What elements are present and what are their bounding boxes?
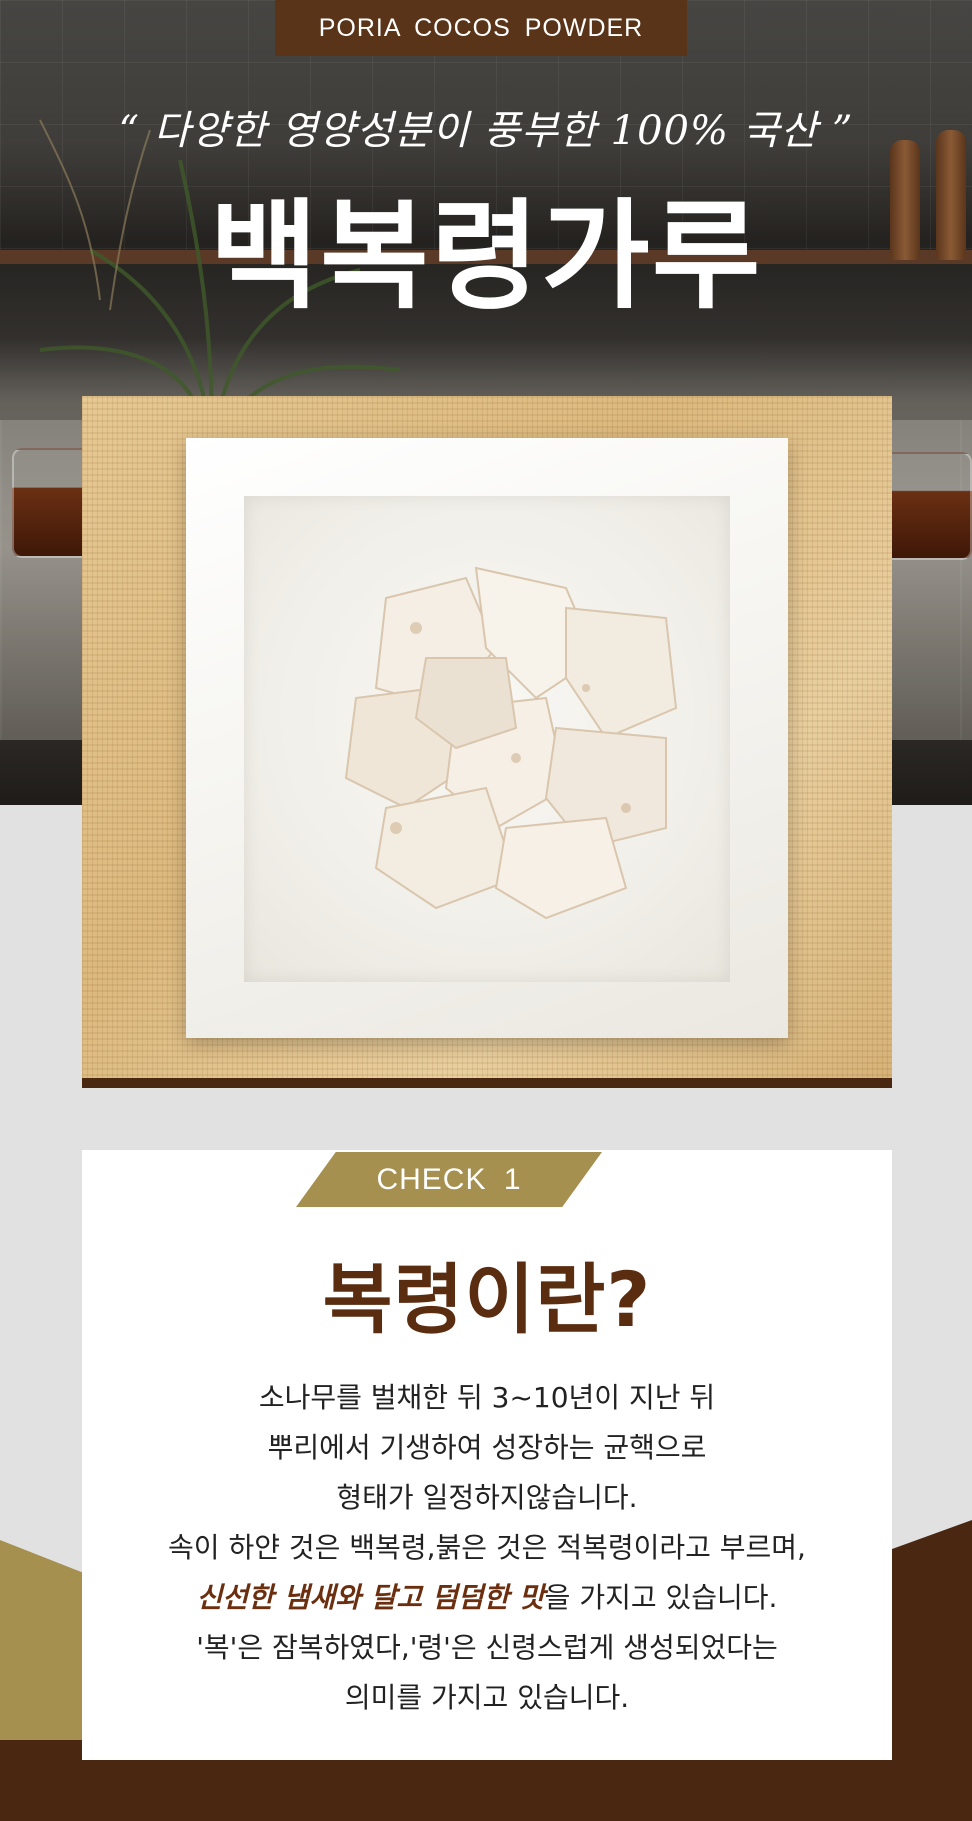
desc-line: 뿌리에서 기생하여 성장하는 균핵으로 [267,1431,707,1464]
tea-jar-right [880,452,972,560]
taste-highlight: 신선한 냄새와 달고 덤덤한 맛 [196,1581,545,1614]
desc-line: 의미를 가지고 있습니다. [344,1681,630,1714]
check-badge: CHECK 1 [296,1152,602,1207]
photo-underline-bar [82,1078,892,1088]
white-plate [186,438,788,1038]
desc-line: 형태가 일정하지않습니다. [336,1481,638,1514]
product-tag-text: PORIA COCOS POWDER [318,13,644,42]
check-badge-label: CHECK 1 [376,1162,522,1196]
desc-line: 속이 하얀 것은 백복령,붉은 것은 적복령이라고 부르며, [168,1531,806,1564]
desc-line: 소나무를 벌채한 뒤 3~10년이 지난 뒤 [258,1381,716,1414]
description-text: 소나무를 벌채한 뒤 3~10년이 지난 뒤 뿌리에서 기생하여 성장하는 균핵… [82,1373,892,1723]
poria-slices [344,566,678,920]
desc-line-highlight: 신선한 냄새와 달고 덤덤한 맛을 가지고 있습니다. [82,1573,892,1623]
product-photo [82,396,892,1088]
section-title: 복령이란? [322,1255,652,1344]
desc-line: '복'은 잠복하였다,'령'은 신령스럽게 생성되었다는 [196,1631,778,1664]
hero-title: 백복령가루 [209,187,763,325]
product-tag-banner: PORIA COCOS POWDER [275,0,687,56]
hero-subtitle: “ 다양한 영양성분이 풍부한 100% 국산 ” [118,108,854,154]
desc-text: 을 가지고 있습니다. [544,1581,778,1614]
